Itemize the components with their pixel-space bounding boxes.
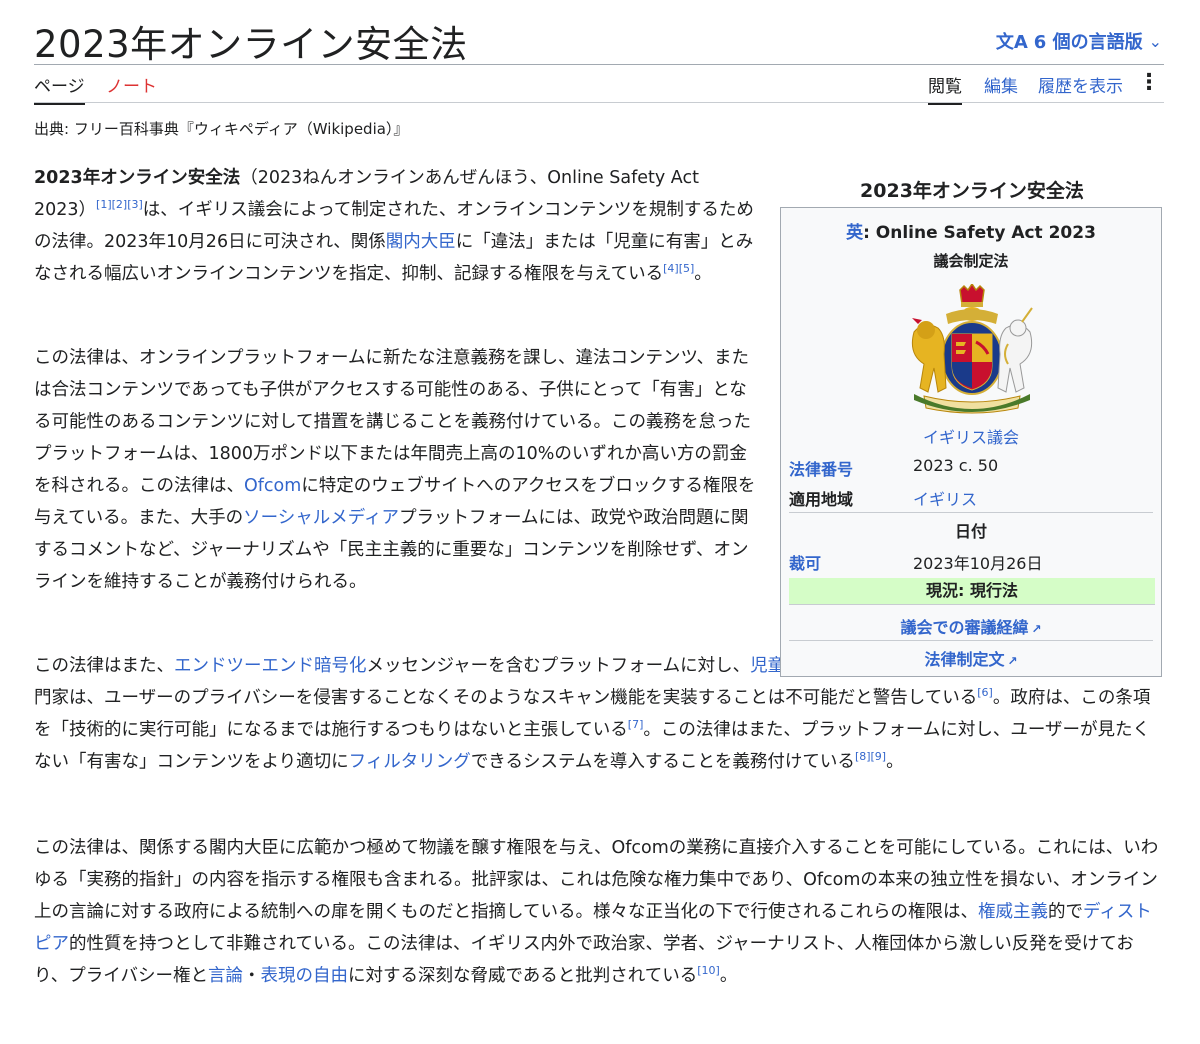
link-authoritarianism[interactable]: 権威主義 [978,902,1048,922]
tab-history[interactable]: 履歴を表示 [1038,72,1123,103]
lead-term: 2023年オンライン安全法 [34,168,241,188]
paragraph-1: 2023年オンライン安全法（2023ねんオンラインあんぜんほう、Online S… [34,162,754,290]
text: : Online Safety Act 2023 [863,223,1096,243]
tab-read[interactable]: 閲覧 [928,72,962,105]
external-link-icon: ↗ [1007,654,1018,668]
source-line: 出典: フリー百科事典『ウィキペディア（Wikipedia）』 [34,120,409,138]
link-filtering[interactable]: フィルタリング [349,752,471,772]
text: 。 [719,966,738,986]
language-label: 6 個の言語版 [1033,32,1143,53]
infobox-parliament-link[interactable]: イギリス議会 [781,424,1161,448]
title-divider [34,64,1164,65]
page: 2023年オンライン安全法 文A 6 個の言語版 ⌄ ページ ノート 閲覧 編集… [0,0,1200,1044]
infobox-row-law-number: 法律番号 2023 c. 50 [789,456,1153,486]
language-button[interactable]: 文A 6 個の言語版 ⌄ [996,28,1162,54]
reference[interactable]: [4][5] [663,262,694,275]
link-cabinet-minister[interactable]: 閣内大臣 [386,232,456,252]
infobox-english-title: 英: Online Safety Act 2023 [781,218,1161,243]
hansard-link-label[interactable]: 議会での審議経緯 [900,618,1028,637]
law-number-value: 2023 c. 50 [913,456,999,475]
divider [789,512,1153,513]
link-e2e-encryption[interactable]: エンドツーエンド暗号化 [174,656,367,676]
assent-label[interactable]: 裁可 [789,550,821,574]
external-link-icon: ↗ [1031,622,1042,636]
reference[interactable]: [10] [697,964,720,977]
tab-page[interactable]: ページ [34,72,85,105]
paragraph-2: この法律は、オンラインプラットフォームに新たな注意義務を課し、違法コンテンツ、ま… [34,342,764,598]
text: 的で [1047,902,1083,922]
link-social-media[interactable]: ソーシャルメディア [243,508,399,528]
territory-label: 適用地域 [789,490,854,509]
territory-value[interactable]: イギリス [913,486,977,510]
translate-icon: 文A [995,32,1028,53]
reference[interactable]: [8][9] [855,750,886,763]
infobox: 英: Online Safety Act 2023 議会制定法 イギリス議会 法… [780,207,1162,677]
link-speech[interactable]: 言論 [208,966,243,986]
text: できるシステムを導入することを義務付けている [470,752,855,772]
text-of-statute-label[interactable]: 法律制定文 [924,650,1004,669]
infobox-caption: 2023年オンライン安全法 [860,180,1084,202]
law-number-label[interactable]: 法律番号 [789,456,853,480]
reference[interactable]: [7] [628,718,644,731]
text: メッセンジャーを含むプラットフォームに対し、 [366,656,751,676]
link-english[interactable]: 英 [846,223,863,243]
page-tabs: ページ ノート 閲覧 編集 履歴を表示 ⋮ [34,70,1164,105]
more-menu-icon[interactable]: ⋮ [1138,70,1160,95]
text: に対する深刻な脅威であると批判されている [347,966,698,986]
paragraph-4: この法律は、関係する閣内大臣に広範かつ極めて物議を醸す権限を与え、Ofcomの業… [34,832,1164,992]
tab-edit[interactable]: 編集 [984,72,1018,103]
hansard-link[interactable]: 議会での審議経緯 ↗ [781,614,1161,638]
royal-coat-of-arms-icon [911,284,1033,414]
assent-value: 2023年10月26日 [913,554,1043,573]
text: 。 [886,752,904,772]
dates-header: 日付 [954,522,987,541]
tab-talk[interactable]: ノート [106,72,157,103]
text-of-statute-link[interactable]: 法律制定文 ↗ [781,646,1161,670]
text: この法律はまた、 [34,656,174,676]
link-ofcom[interactable]: Ofcom [244,476,301,496]
page-title: 2023年オンライン安全法 [34,23,468,66]
text: この法律は、オンラインプラットフォームに新たな注意義務を課し、違法コンテンツ、ま… [34,348,751,496]
status-badge: 現況: 現行法 [789,578,1155,605]
infobox-row-assent: 裁可 2023年10月26日 [789,550,1153,580]
divider [789,640,1153,641]
text: 。 [694,264,712,284]
tabs-divider [34,102,1164,103]
infobox-subtitle: 議会制定法 [933,252,1009,270]
reference[interactable]: [1][2][3] [96,198,143,211]
text: ・ [242,966,261,986]
reference[interactable]: [6] [977,686,993,699]
chevron-down-icon: ⌄ [1148,31,1162,51]
link-parliament[interactable]: イギリス議会 [923,428,1019,447]
link-freedom-of-expression[interactable]: 表現の自由 [260,966,348,986]
